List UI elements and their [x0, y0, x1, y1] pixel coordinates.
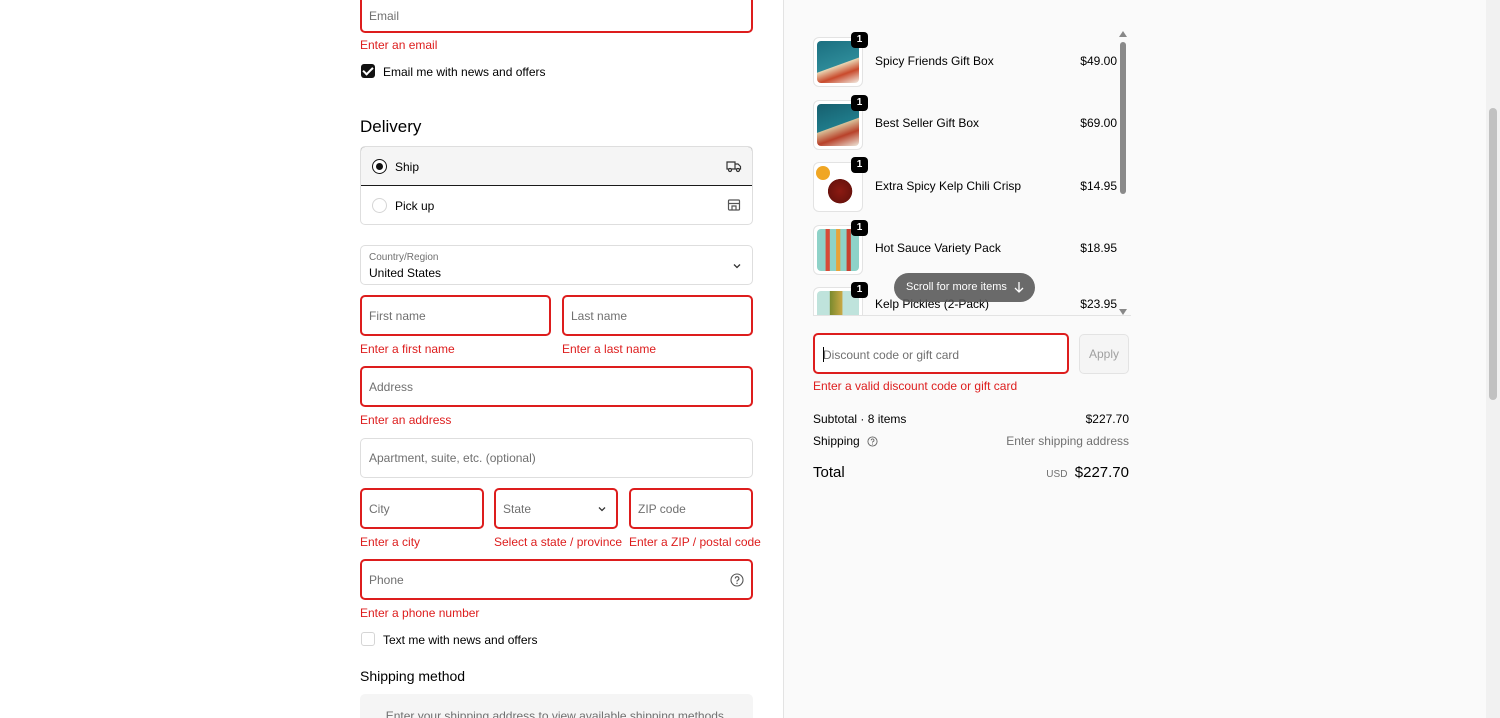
last-name-error: Enter a last name — [562, 342, 657, 356]
email-error: Enter an email — [360, 38, 438, 52]
subtotal-value: $227.70 — [1085, 412, 1129, 426]
page-scrollbar[interactable] — [1486, 0, 1500, 718]
scroll-more-label: Scroll for more items — [906, 281, 1007, 293]
item-price: $69.00 — [1080, 116, 1117, 130]
help-icon[interactable] — [730, 573, 744, 587]
item-name: Extra Spicy Kelp Chili Crisp — [875, 179, 1022, 193]
pickup-radio[interactable] — [372, 198, 387, 213]
list-item: 1 Extra Spicy Kelp Chili Crisp $14.95 — [813, 157, 1117, 214]
product-thumbnail: 1 — [813, 32, 868, 87]
first-name-error: Enter a first name — [360, 342, 455, 356]
delivery-option-pickup[interactable]: Pick up — [361, 186, 752, 224]
item-price: $18.95 — [1080, 241, 1117, 255]
item-name: Hot Sauce Variety Pack — [875, 241, 1001, 255]
sms-label: Text me with news and offers — [383, 633, 538, 647]
state-error: Select a state / province — [494, 535, 623, 549]
newsletter-label: Email me with news and offers — [383, 65, 546, 79]
item-price: $49.00 — [1080, 54, 1117, 68]
ship-radio[interactable] — [372, 159, 387, 174]
currency-code: USD — [1046, 469, 1068, 480]
subtotal-row: Subtotal · 8 items $227.70 — [813, 412, 1129, 426]
chevron-down-icon — [733, 264, 741, 269]
discount-placeholder: Discount code or gift card — [823, 348, 960, 362]
truck-icon — [726, 161, 742, 173]
delivery-option-ship[interactable]: Ship — [361, 147, 752, 186]
scroll-up-arrow[interactable] — [1119, 31, 1127, 37]
list-item: 1 Best Seller Gift Box $69.00 — [813, 95, 1117, 152]
chevron-down-icon — [598, 507, 606, 512]
state-select[interactable]: State — [494, 488, 618, 529]
country-value: United States — [369, 266, 442, 280]
product-thumbnail: 1 — [813, 95, 868, 150]
discount-input[interactable]: Discount code or gift card — [813, 333, 1069, 374]
address-field[interactable]: Address — [360, 366, 753, 407]
email-placeholder: Email — [369, 8, 400, 23]
cart-scrollbar[interactable] — [1118, 30, 1129, 316]
total-row: Total USD $227.70 — [813, 464, 1129, 484]
help-icon[interactable] — [867, 436, 878, 447]
first-name-field[interactable]: First name — [360, 295, 551, 336]
quantity-badge: 1 — [851, 32, 868, 48]
phone-field[interactable]: Phone — [360, 559, 753, 600]
scroll-down-arrow[interactable] — [1119, 309, 1127, 315]
city-field[interactable]: City — [360, 488, 484, 529]
item-name: Best Seller Gift Box — [875, 116, 980, 130]
item-price: $14.95 — [1080, 179, 1117, 193]
email-field[interactable]: Email — [360, 0, 753, 33]
ship-label: Ship — [395, 160, 420, 174]
scrollbar-thumb[interactable] — [1120, 42, 1126, 194]
total-label: Total — [813, 464, 845, 481]
shipping-row: Shipping Enter shipping address — [813, 434, 1129, 448]
quantity-badge: 1 — [851, 282, 868, 298]
list-item: 1 Hot Sauce Variety Pack $18.95 — [813, 220, 1117, 277]
shipping-method-heading: Shipping method — [360, 668, 466, 684]
shipping-value: Enter shipping address — [1006, 434, 1129, 448]
delivery-heading: Delivery — [360, 117, 422, 136]
shipping-method-notice: Enter your shipping address to view avai… — [360, 694, 753, 718]
subtotal-label: Subtotal · 8 items — [813, 412, 907, 426]
scroll-more-button[interactable]: Scroll for more items — [894, 273, 1035, 302]
phone-error: Enter a phone number — [360, 606, 480, 620]
arrow-down-icon — [1014, 282, 1024, 293]
list-item: 1 Spicy Friends Gift Box $49.00 — [813, 32, 1117, 89]
country-label: Country/Region — [369, 252, 439, 263]
product-badge — [816, 166, 830, 180]
item-name: Spicy Friends Gift Box — [875, 54, 994, 68]
product-thumbnail: 1 — [813, 157, 868, 212]
zip-placeholder: ZIP code — [638, 501, 686, 516]
apartment-field[interactable]: Apartment, suite, etc. (optional) — [360, 438, 753, 478]
quantity-badge: 1 — [851, 157, 868, 173]
page-scrollbar-thumb[interactable] — [1489, 108, 1497, 400]
first-name-placeholder: First name — [369, 308, 426, 323]
phone-placeholder: Phone — [369, 572, 404, 587]
zip-field[interactable]: ZIP code — [629, 488, 753, 529]
quantity-badge: 1 — [851, 95, 868, 111]
delivery-options: Ship Pick up — [360, 146, 753, 225]
product-thumbnail: 1 — [813, 220, 868, 275]
pickup-label: Pick up — [395, 199, 435, 213]
discount-error: Enter a valid discount code or gift card — [813, 379, 1018, 393]
newsletter-checkbox[interactable] — [361, 64, 375, 78]
last-name-field[interactable]: Last name — [562, 295, 753, 336]
address-placeholder: Address — [369, 379, 414, 394]
state-placeholder: State — [503, 501, 532, 516]
sms-checkbox[interactable] — [361, 632, 375, 646]
item-price: $23.95 — [1080, 297, 1117, 311]
city-placeholder: City — [369, 501, 390, 516]
checkout-form: Email Enter an email Email me with news … — [0, 0, 783, 718]
total-value: $227.70 — [1074, 464, 1129, 481]
city-error: Enter a city — [360, 535, 421, 549]
store-icon — [727, 199, 741, 211]
apartment-placeholder: Apartment, suite, etc. (optional) — [369, 451, 536, 465]
zip-error: Enter a ZIP / postal code — [629, 535, 761, 549]
total-amount: USD $227.70 — [1046, 464, 1129, 481]
address-error: Enter an address — [360, 413, 452, 427]
shipping-label: Shipping — [813, 434, 860, 448]
country-select[interactable]: Country/Region United States — [360, 245, 753, 285]
quantity-badge: 1 — [851, 220, 868, 236]
apply-button[interactable]: Apply — [1079, 334, 1129, 374]
product-thumbnail: 1 — [813, 282, 868, 315]
last-name-placeholder: Last name — [571, 308, 628, 323]
